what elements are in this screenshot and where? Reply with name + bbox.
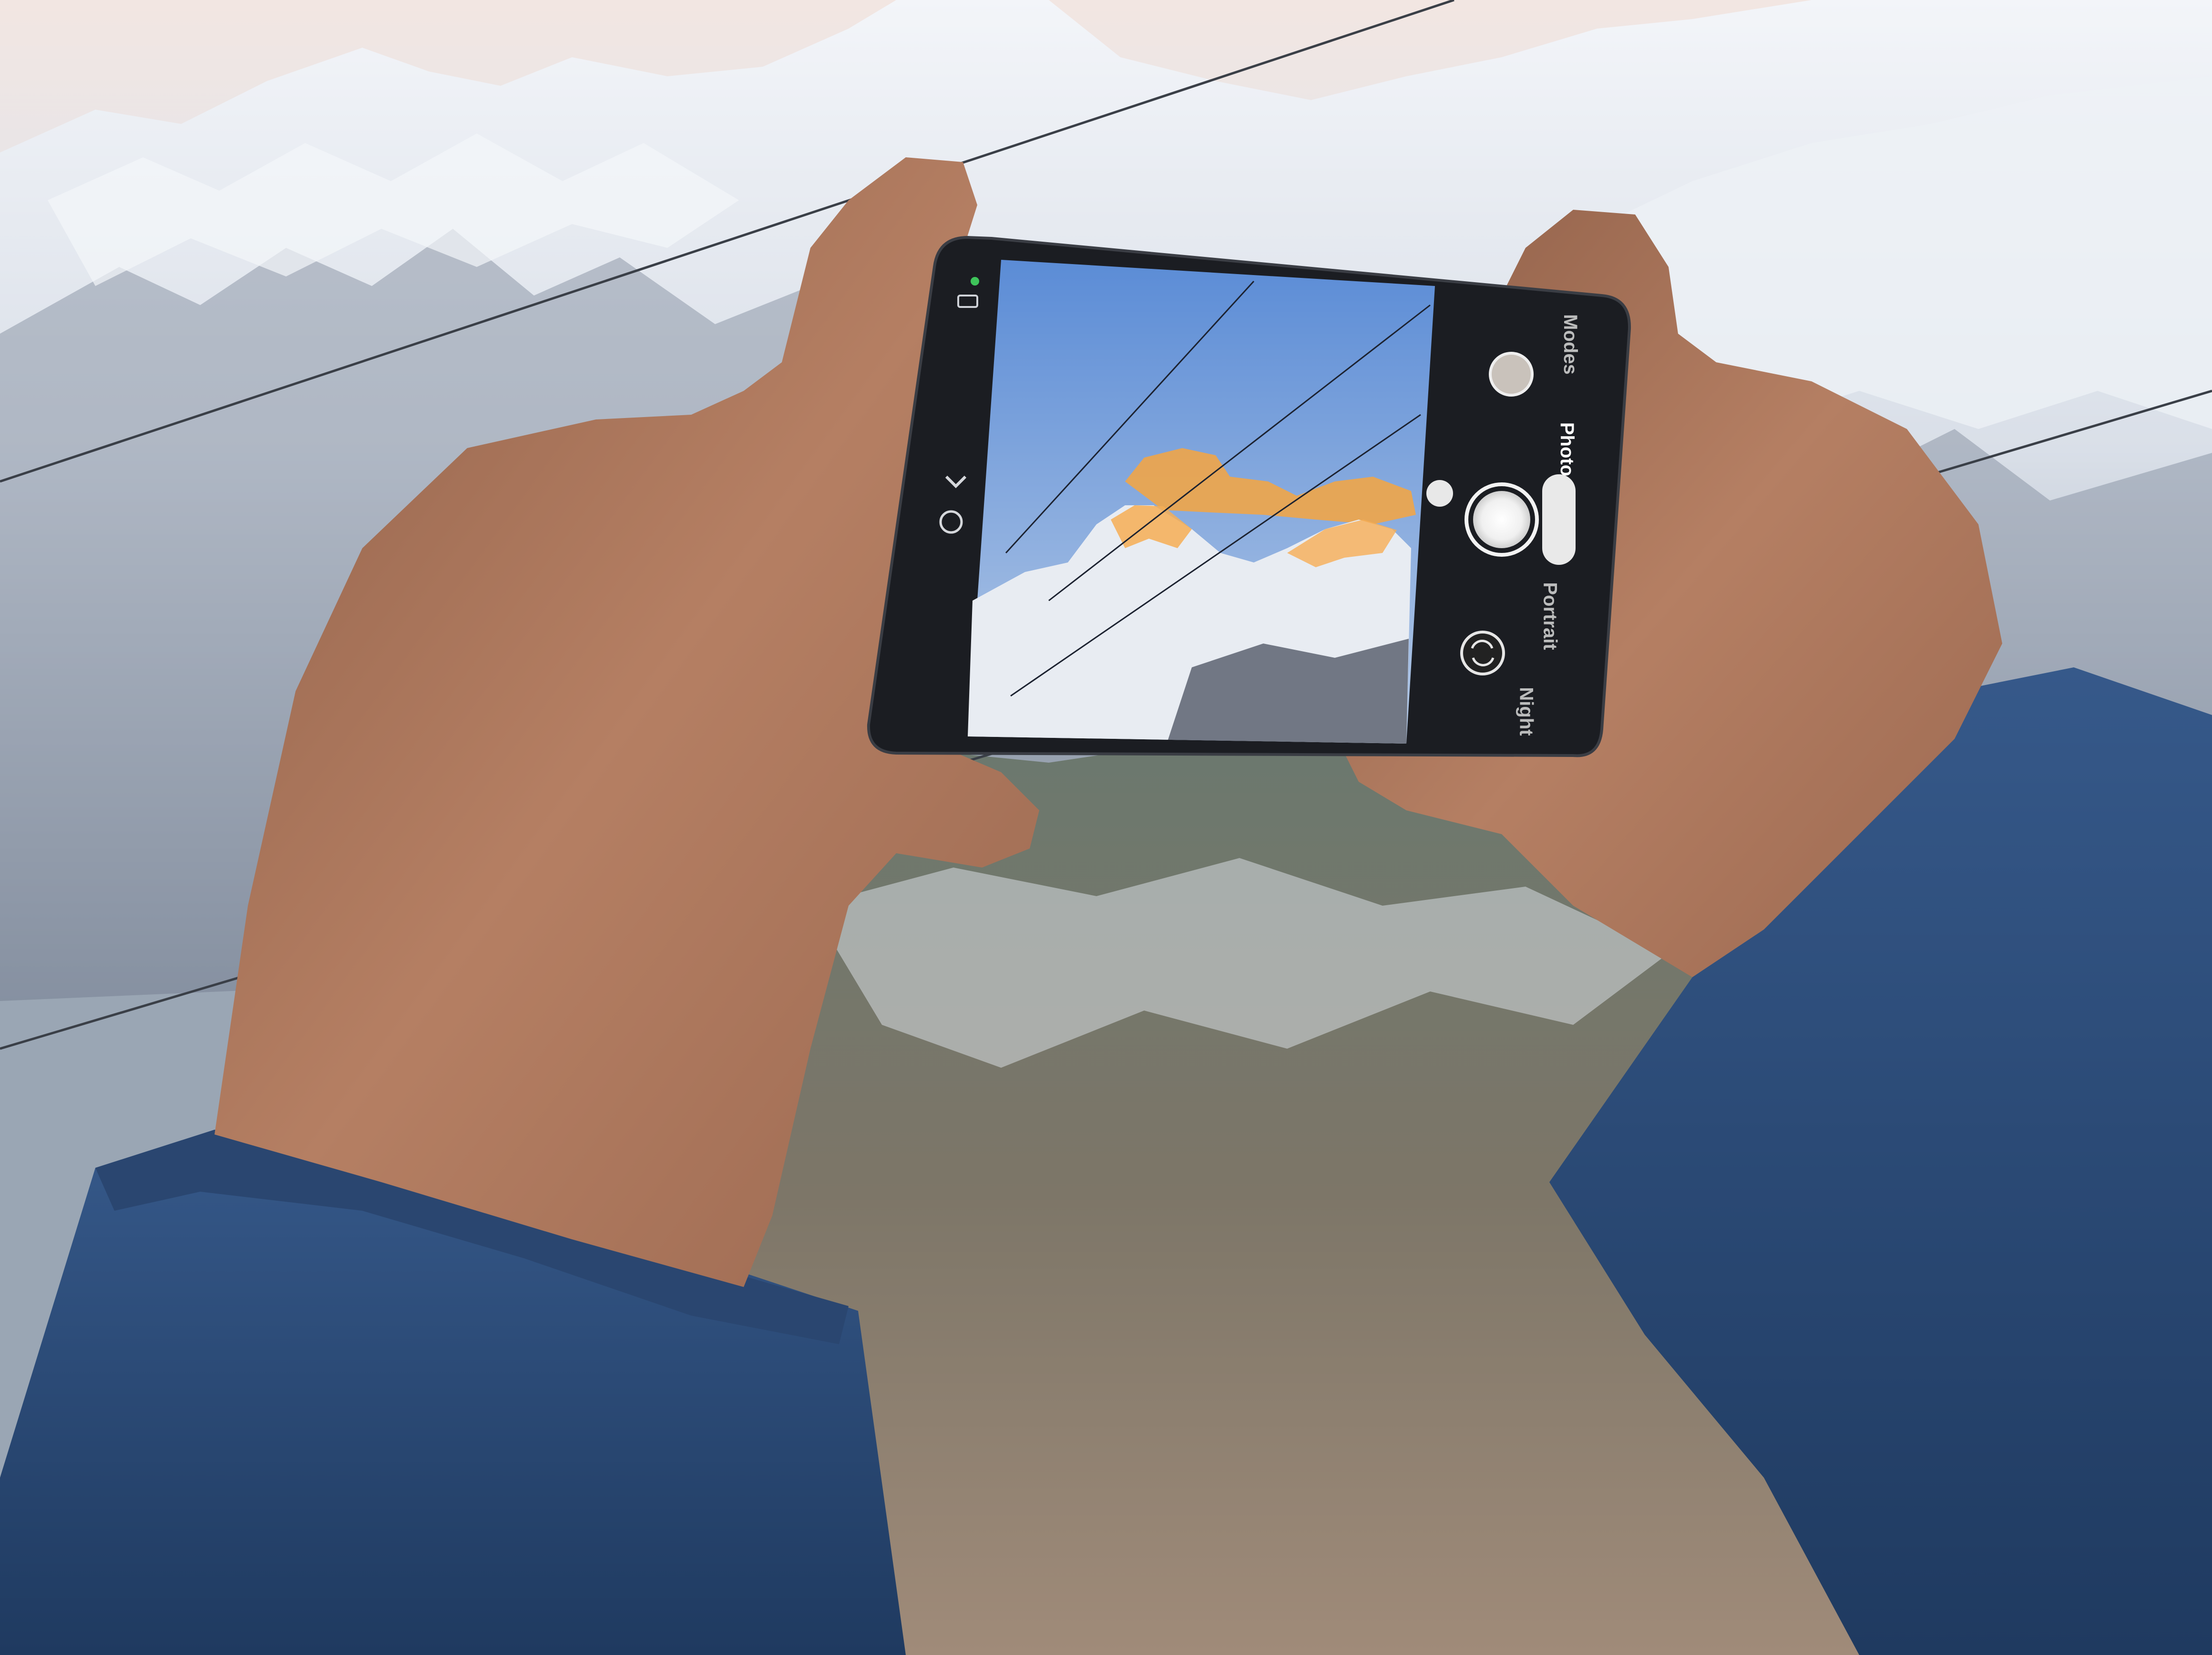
shutter-button-icon xyxy=(1473,491,1530,548)
photo-scene xyxy=(0,0,2212,1655)
mode-label-modes[interactable]: Modes xyxy=(1559,314,1581,375)
mode-label-night[interactable]: Night xyxy=(1516,687,1537,736)
mode-label-photo[interactable]: Photo xyxy=(1556,422,1577,476)
mode-label-portrait[interactable]: Portrait xyxy=(1539,582,1561,650)
status-dot-icon xyxy=(971,277,979,286)
photo-mode-pill xyxy=(1542,474,1576,565)
gallery-thumbnail-icon xyxy=(1489,352,1534,397)
zoom-dot-icon xyxy=(1426,480,1453,507)
switch-camera-icon xyxy=(1460,631,1505,675)
